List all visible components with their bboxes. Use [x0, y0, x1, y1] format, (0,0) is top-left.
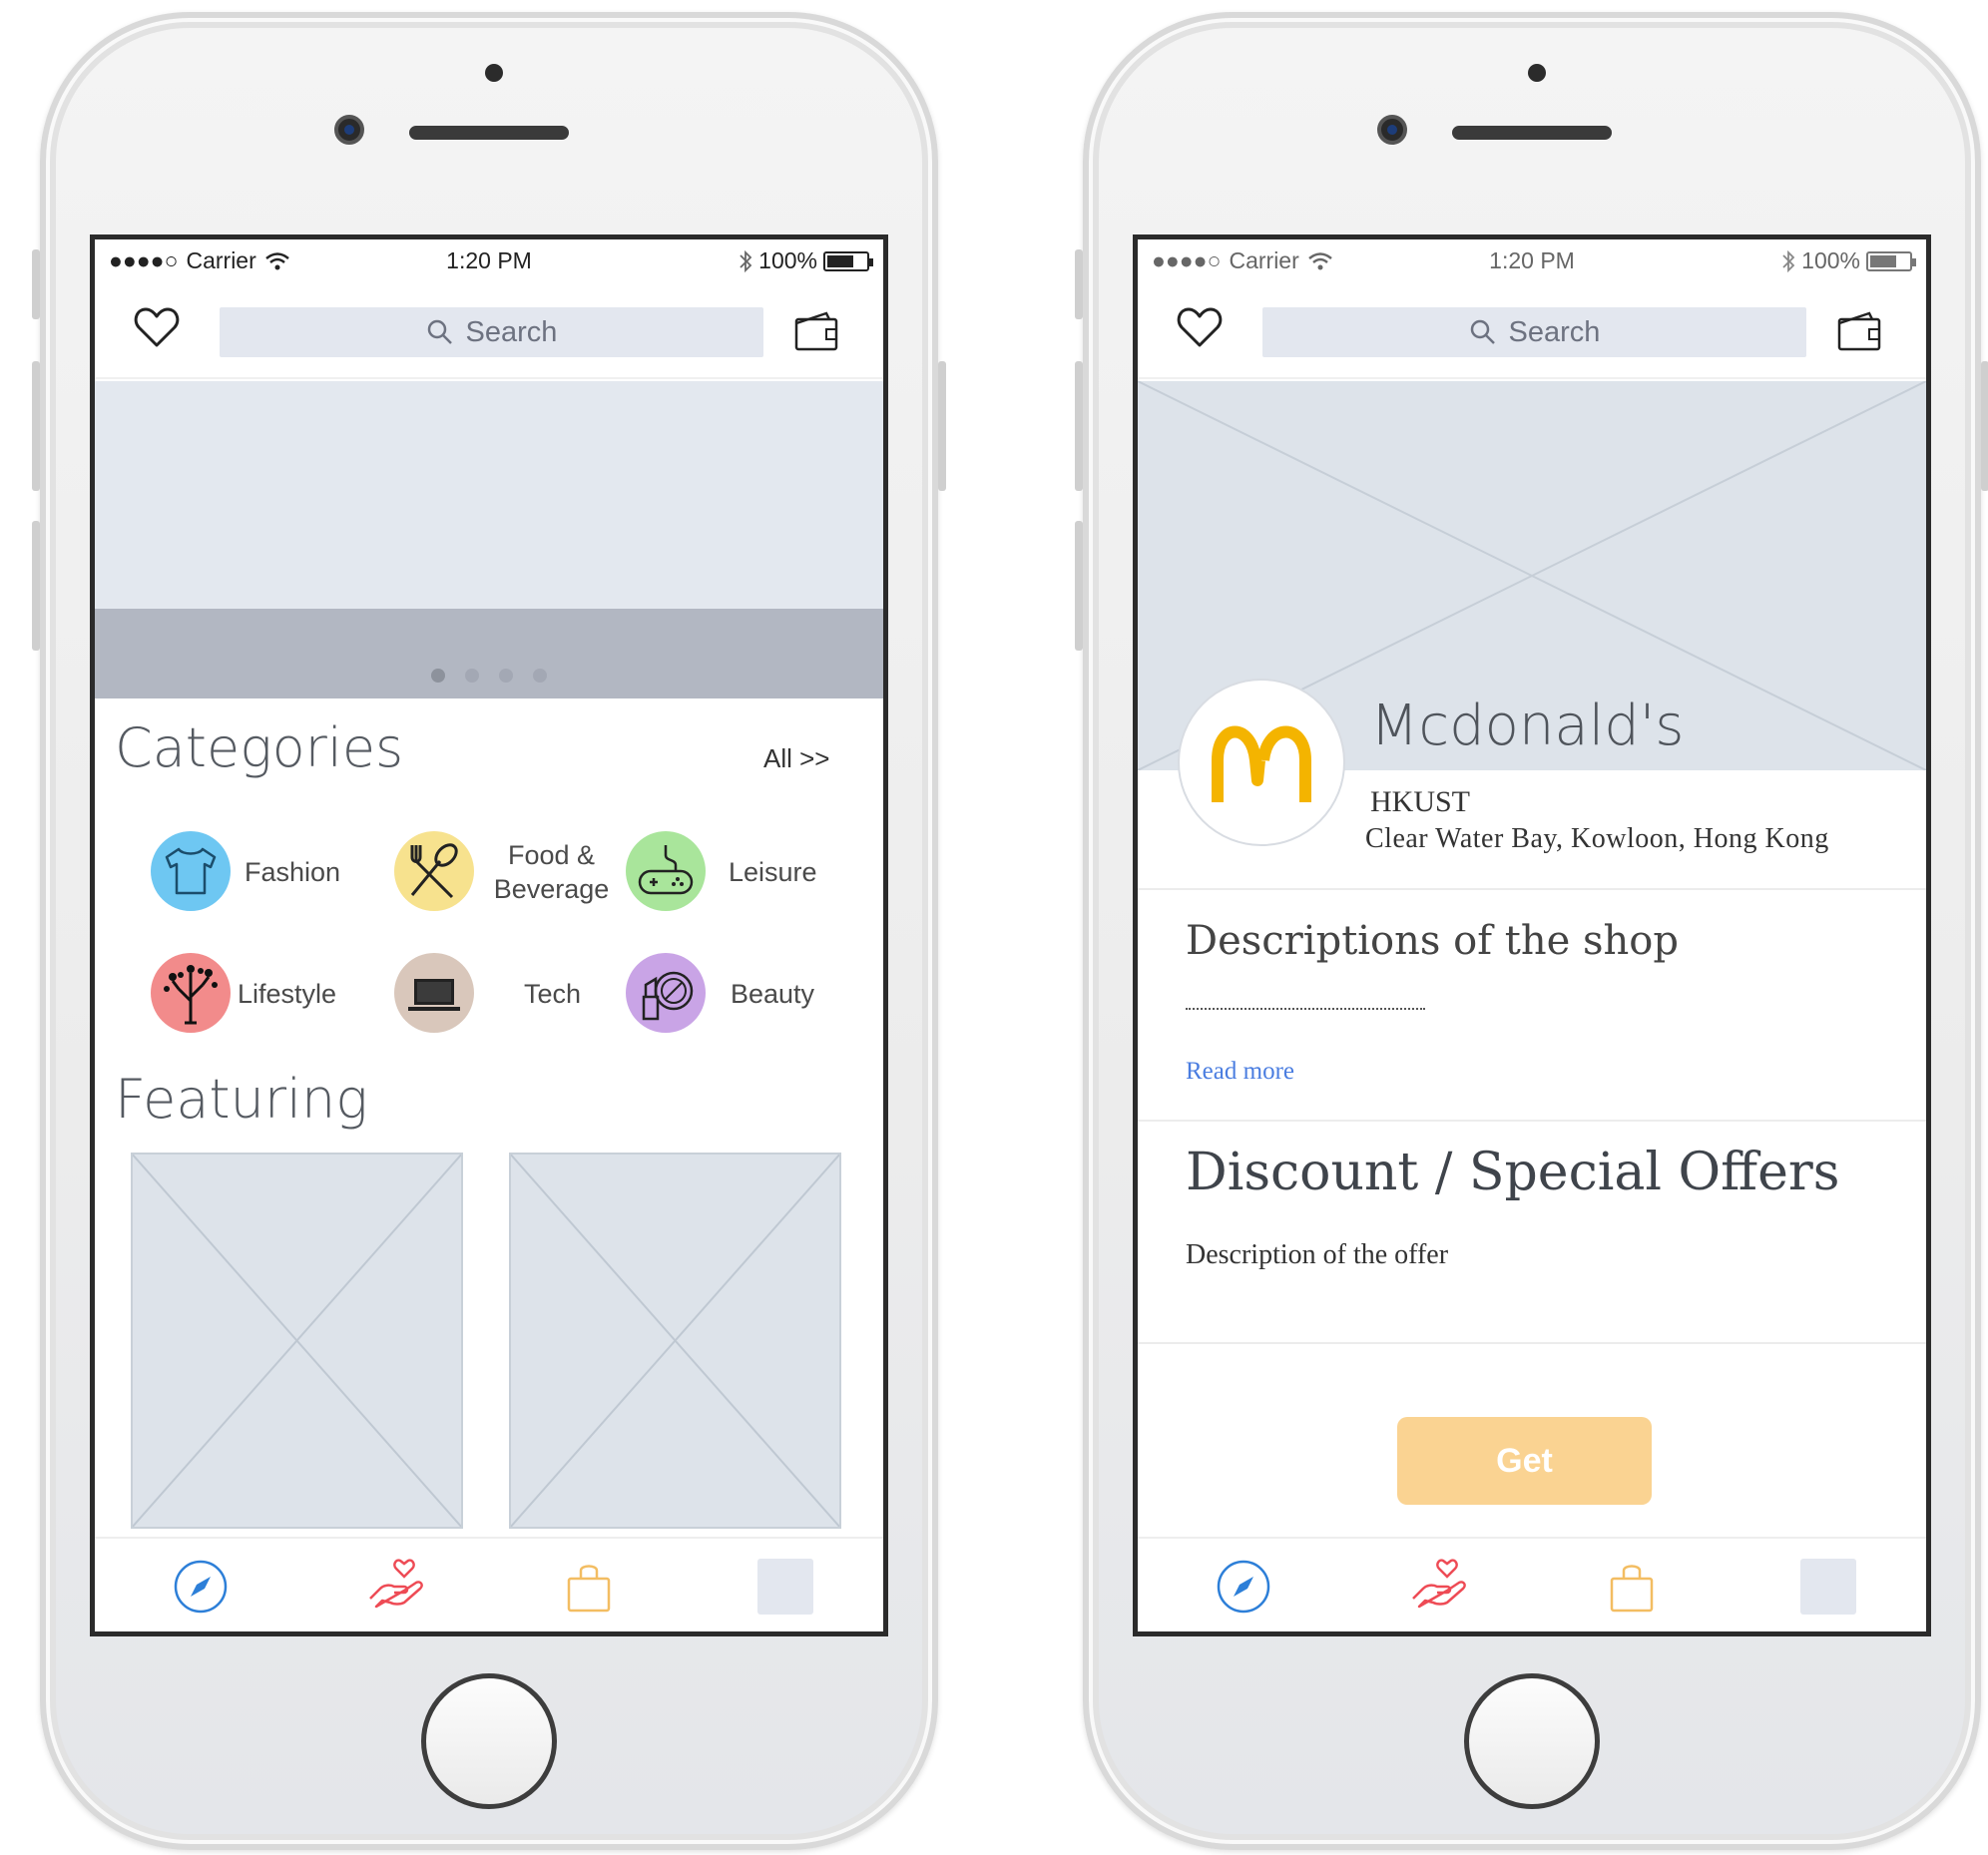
phone-frame-shop: ●●●●○ Carrier 1:20 PM 100% Search Mcdona…: [1075, 12, 1988, 1850]
divider: [1138, 1120, 1926, 1122]
category-fashion-label[interactable]: Fashion: [245, 855, 340, 889]
all-categories-link[interactable]: All >>: [763, 743, 830, 774]
screen-home: ●●●●○ Carrier 1:20 PM 100% Search Catego…: [90, 234, 888, 1636]
mcdonalds-arches-icon: [1212, 725, 1311, 802]
hand-heart-icon[interactable]: [364, 1555, 426, 1617]
search-icon: [1470, 319, 1495, 344]
bluetooth-icon: [1782, 249, 1795, 272]
compass-icon[interactable]: [1216, 1559, 1271, 1615]
hand-heart-icon[interactable]: [1407, 1555, 1469, 1617]
carousel-dot[interactable]: [431, 669, 445, 683]
divider: [1138, 888, 1926, 890]
banner-caption-strip: [95, 609, 883, 698]
search-placeholder: Search: [1508, 315, 1601, 348]
category-beauty-icon[interactable]: [626, 953, 706, 1033]
status-bar: ●●●●○ Carrier 1:20 PM 100%: [1138, 239, 1926, 279]
favorites-heart-icon[interactable]: [1176, 303, 1224, 351]
category-food-beverage-label[interactable]: Food & Beverage: [489, 838, 614, 906]
search-icon: [427, 319, 452, 344]
search-placeholder: Search: [465, 315, 558, 348]
front-camera: [334, 115, 364, 145]
get-offer-button[interactable]: Get: [1397, 1417, 1652, 1505]
category-fashion-icon[interactable]: [151, 831, 231, 911]
divider: [1138, 1342, 1926, 1344]
carousel-dots: [95, 669, 883, 683]
shopping-bag-icon[interactable]: [1604, 1559, 1660, 1615]
shop-description-title: Descriptions of the shop: [1186, 918, 1679, 964]
category-label-line: Beverage: [493, 874, 610, 904]
shop-name: Mcdonald's: [1370, 694, 1685, 758]
featured-item-image[interactable]: [130, 1152, 464, 1530]
shop-address: Clear Water Bay, Kowloon, Hong Kong: [1365, 823, 1829, 854]
featured-item-image[interactable]: [508, 1152, 842, 1530]
bluetooth-icon: [740, 249, 752, 272]
carousel-dot[interactable]: [533, 669, 547, 683]
earpiece-speaker: [409, 126, 569, 140]
bottom-tab-bar: [1138, 1537, 1926, 1631]
top-nav: Search: [95, 279, 883, 379]
home-button[interactable]: [1464, 1673, 1600, 1809]
category-tech-label[interactable]: Tech: [524, 977, 581, 1011]
mute-switch: [32, 249, 40, 319]
battery-icon: [1866, 250, 1916, 271]
status-bar: ●●●●○ Carrier 1:20 PM 100%: [95, 239, 883, 279]
wallet-icon[interactable]: [1836, 309, 1882, 355]
wallet-icon[interactable]: [793, 309, 839, 355]
shop-logo: [1178, 679, 1345, 846]
shop-area: HKUST: [1370, 785, 1471, 818]
shopping-bag-icon[interactable]: [561, 1559, 617, 1615]
category-leisure-icon[interactable]: [626, 831, 706, 911]
offer-title: Discount / Special Offers: [1186, 1143, 1840, 1202]
compass-icon[interactable]: [173, 1559, 229, 1615]
earpiece-speaker: [1452, 126, 1612, 140]
profile-placeholder-icon[interactable]: [1800, 1559, 1856, 1615]
power-button: [938, 361, 946, 491]
mute-switch: [1075, 249, 1083, 319]
category-label-line: Food &: [507, 840, 596, 870]
category-tech-icon[interactable]: [394, 953, 474, 1033]
battery-percent: 100%: [758, 247, 817, 273]
description-placeholder-dots: [1186, 1008, 1425, 1010]
screen-shop-detail: ●●●●○ Carrier 1:20 PM 100% Search Mcdona…: [1133, 234, 1931, 1636]
category-lifestyle-icon[interactable]: [151, 953, 231, 1033]
favorites-heart-icon[interactable]: [133, 303, 181, 351]
battery-percent: 100%: [1801, 247, 1860, 273]
home-button[interactable]: [421, 1673, 557, 1809]
front-camera: [1377, 115, 1407, 145]
volume-up-button: [32, 361, 40, 491]
categories-title: Categories: [115, 716, 404, 779]
proximity-sensor: [1528, 64, 1546, 82]
volume-down-button: [32, 521, 40, 651]
profile-placeholder-icon[interactable]: [757, 1559, 813, 1615]
featuring-title: Featuring: [115, 1068, 368, 1131]
volume-down-button: [1075, 521, 1083, 651]
proximity-sensor: [485, 64, 503, 82]
bottom-tab-bar: [95, 1537, 883, 1631]
category-leisure-label[interactable]: Leisure: [729, 855, 817, 889]
phone-frame-home: ●●●●○ Carrier 1:20 PM 100% Search Catego…: [32, 12, 946, 1850]
offer-description: Description of the offer: [1186, 1239, 1449, 1270]
carousel-dot[interactable]: [499, 669, 513, 683]
power-button: [1981, 361, 1988, 491]
category-food-beverage-icon[interactable]: [394, 831, 474, 911]
top-nav: Search: [1138, 279, 1926, 379]
volume-up-button: [1075, 361, 1083, 491]
read-more-link[interactable]: Read more: [1186, 1058, 1294, 1086]
search-input[interactable]: Search: [220, 307, 763, 357]
promo-banner-carousel[interactable]: [95, 381, 883, 698]
search-input[interactable]: Search: [1262, 307, 1806, 357]
carousel-dot[interactable]: [465, 669, 479, 683]
battery-icon: [823, 250, 873, 271]
category-beauty-label[interactable]: Beauty: [731, 977, 814, 1011]
category-lifestyle-label[interactable]: Lifestyle: [238, 977, 336, 1011]
